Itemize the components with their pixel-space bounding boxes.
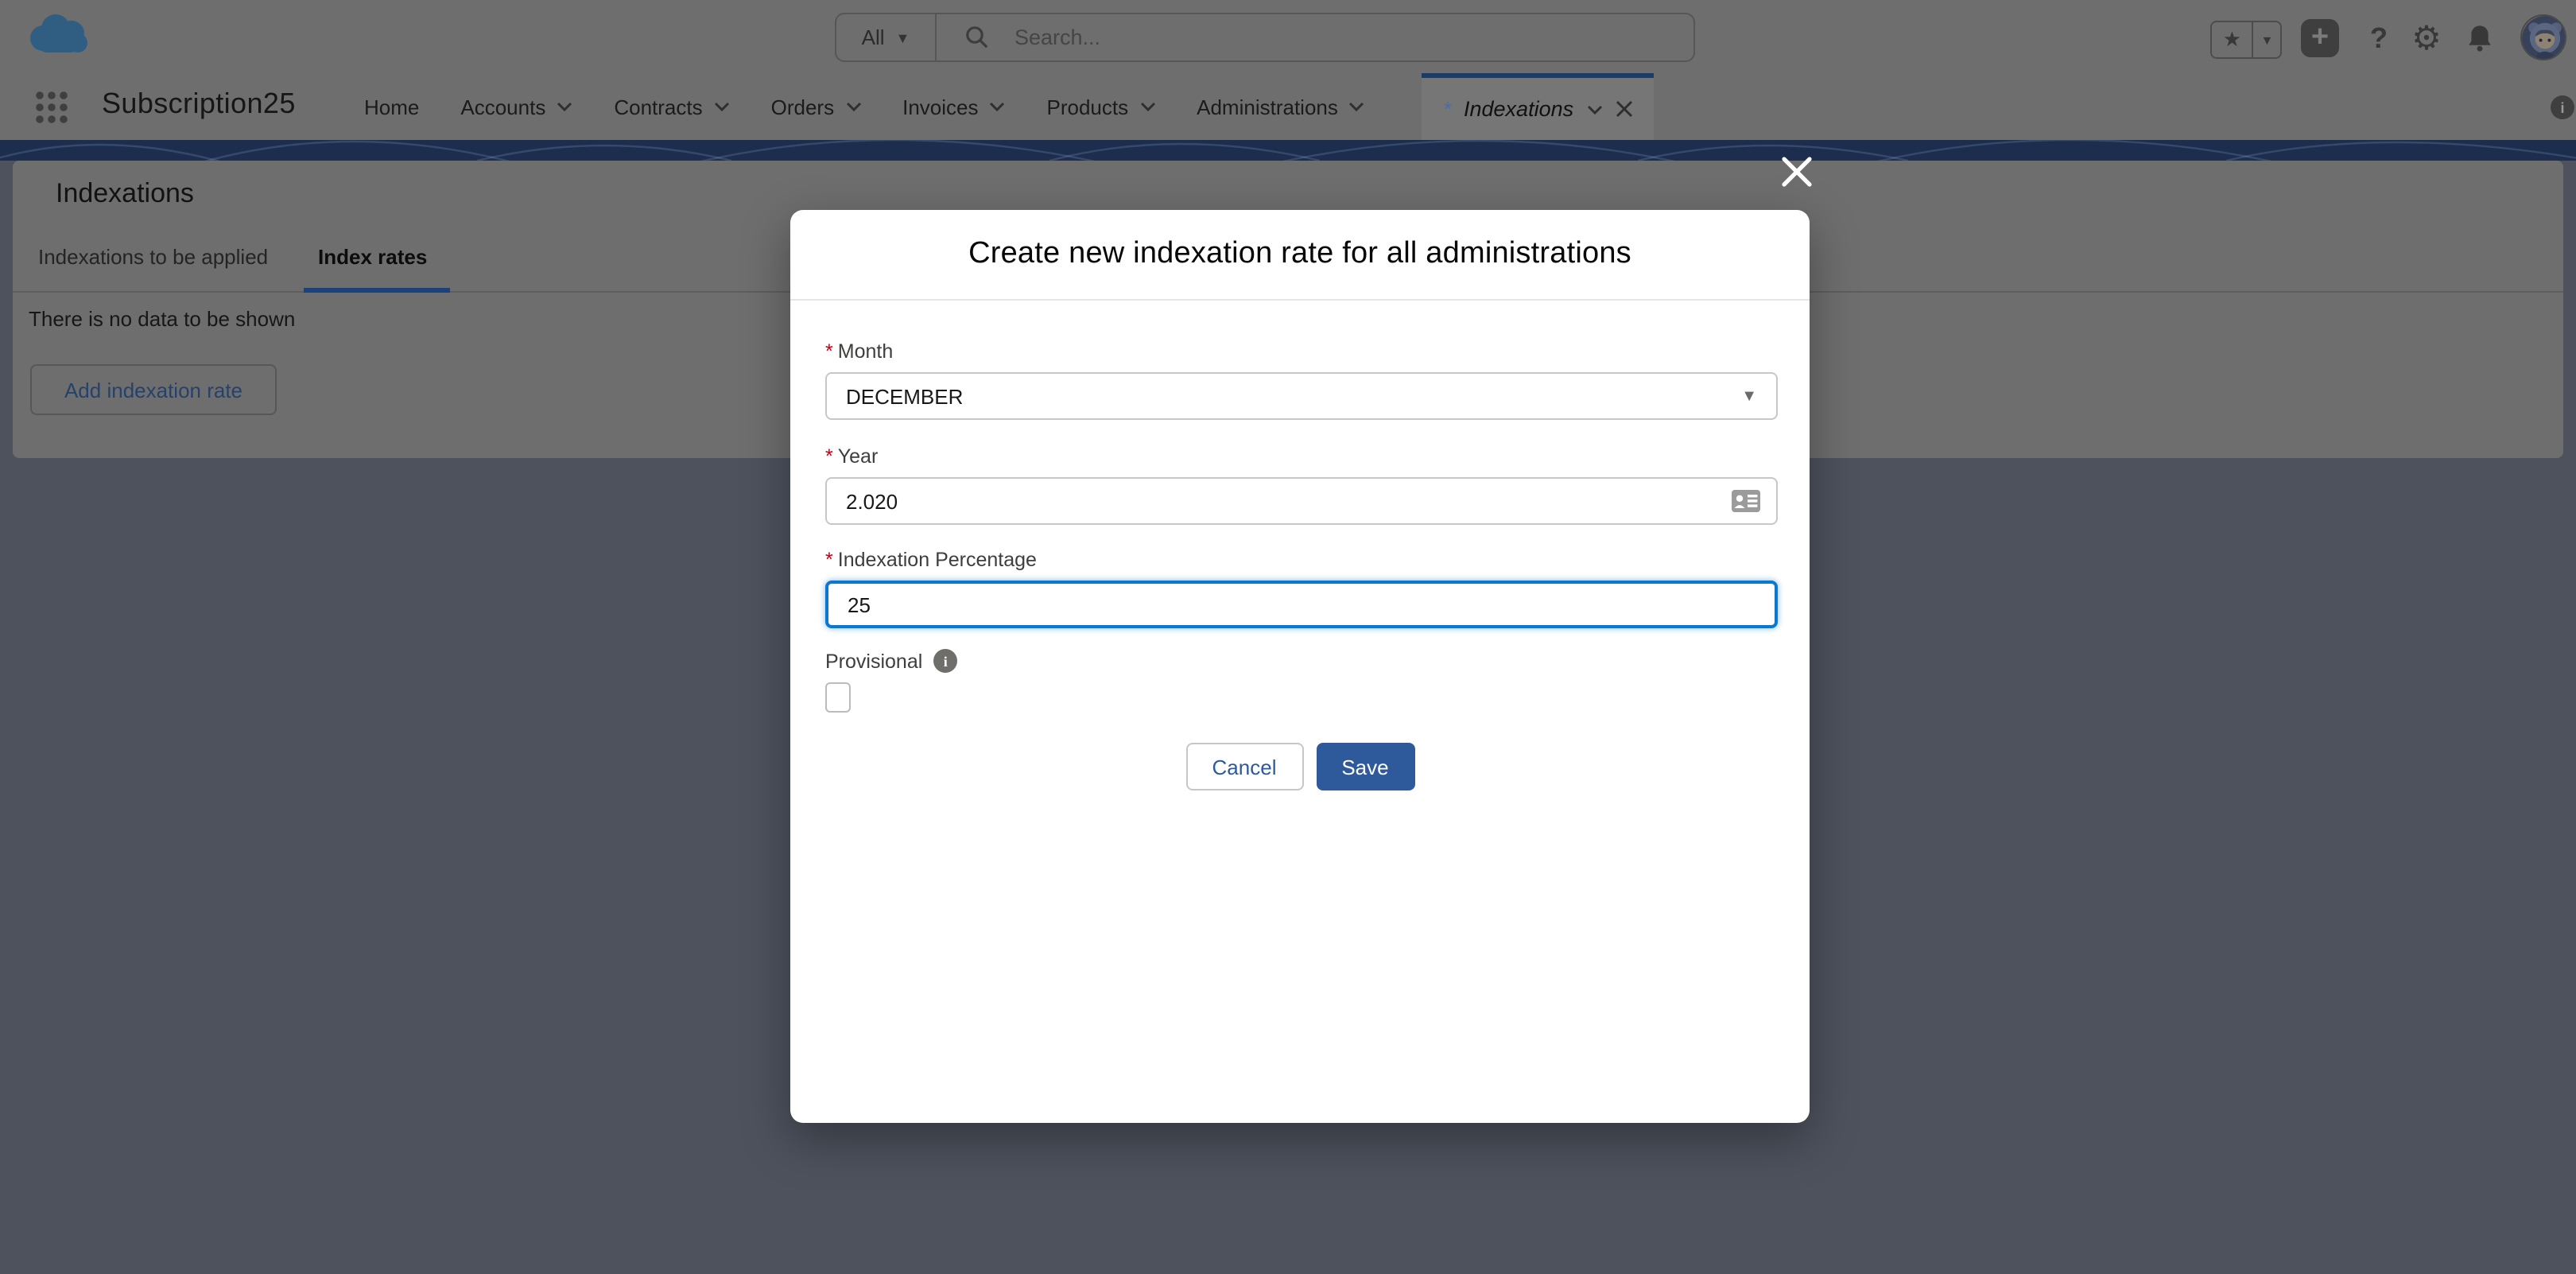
global-search: All ▼ (835, 13, 1695, 62)
info-icon[interactable]: i (2551, 95, 2574, 119)
provisional-info-icon[interactable]: i (933, 649, 957, 673)
nav-item-administrations[interactable]: Administrations (1197, 95, 1365, 118)
search-scope-label: All (862, 25, 885, 49)
month-label: *Month (825, 340, 893, 363)
favorites-caret-icon[interactable]: ▼ (2254, 22, 2280, 57)
search-scope-caret-icon: ▼ (896, 29, 910, 45)
required-asterisk: * (825, 340, 833, 363)
chevron-down-icon[interactable] (1586, 104, 1602, 114)
nav-item-home[interactable]: Home (364, 95, 419, 118)
chevron-down-icon (714, 102, 730, 111)
indexation-percentage-field-box (825, 581, 1778, 628)
indexation-percentage-input[interactable] (828, 592, 1775, 616)
page-title: Indexations (56, 178, 194, 210)
active-tab-underline (304, 288, 450, 293)
nav-item-orders[interactable]: Orders (771, 95, 861, 118)
provisional-label: Provisional (825, 650, 922, 672)
nav-item-invoices[interactable]: Invoices (902, 95, 1005, 118)
chevron-down-icon (557, 102, 572, 111)
app-name: Subscription25 (102, 87, 296, 121)
chevron-down-icon (1349, 102, 1365, 111)
create-indexation-rate-modal: Create new indexation rate for all admin… (790, 210, 1810, 1123)
unsaved-marker: * (1443, 97, 1451, 121)
save-button[interactable]: Save (1316, 743, 1414, 790)
notifications-bell-icon[interactable] (2460, 19, 2498, 57)
chevron-down-icon (1139, 102, 1155, 111)
select-caret-icon: ▼ (1741, 387, 1757, 405)
tab-indexations-to-be-applied[interactable]: Indexations to be applied (38, 245, 268, 269)
month-select[interactable]: DECEMBER ▼ (825, 372, 1778, 420)
search-icon (965, 25, 989, 49)
indexation-percentage-label: *Indexation Percentage (825, 549, 1037, 571)
chevron-down-icon (990, 102, 1006, 111)
app-launcher-waffle-icon[interactable] (35, 91, 68, 124)
salesforce-logo-icon (25, 13, 89, 57)
year-field-box (825, 477, 1778, 525)
close-modal-icon[interactable] (1778, 153, 1816, 191)
month-select-value: DECEMBER (846, 384, 963, 408)
theme-banner (0, 140, 2576, 161)
provisional-checkbox[interactable] (825, 682, 851, 713)
required-asterisk: * (825, 445, 833, 468)
help-icon[interactable]: ? (2360, 19, 2398, 57)
global-add-icon[interactable]: + (2301, 19, 2339, 57)
year-label: *Year (825, 445, 878, 468)
tab-index-rates[interactable]: Index rates (318, 245, 427, 269)
favorites-button-group: ★ ▼ (2210, 21, 2282, 59)
global-header: All ▼ ★ ▼ + ? ⚙ (0, 0, 2576, 73)
year-input[interactable] (827, 489, 1732, 513)
modal-title: Create new indexation rate for all admin… (968, 237, 1631, 272)
favorites-star-icon[interactable]: ★ (2212, 22, 2254, 57)
search-input[interactable] (1011, 24, 1622, 51)
autofill-contact-icon (1732, 490, 1760, 512)
screen: All ▼ ★ ▼ + ? ⚙ (0, 0, 2576, 1274)
nav-item-products[interactable]: Products (1047, 95, 1156, 118)
cancel-button[interactable]: Cancel (1185, 743, 1303, 790)
nav-item-contracts[interactable]: Contracts (614, 95, 729, 118)
search-scope-button[interactable]: All ▼ (836, 14, 937, 60)
nav-items: Home Accounts Contracts Orders Invoices … (364, 73, 1653, 140)
required-asterisk: * (825, 549, 833, 571)
nav-item-accounts[interactable]: Accounts (460, 95, 572, 118)
modal-buttons: Cancel Save (790, 743, 1810, 790)
user-avatar[interactable] (2520, 14, 2566, 60)
provisional-row: Provisional i (825, 649, 957, 673)
setup-gear-icon[interactable]: ⚙ (2406, 17, 2447, 59)
add-indexation-rate-button[interactable]: Add indexation rate (30, 364, 277, 415)
modal-header: Create new indexation rate for all admin… (790, 210, 1810, 301)
close-tab-icon[interactable] (1615, 100, 1632, 118)
nav-tab-indexations-active[interactable]: * Indexations (1422, 73, 1653, 140)
empty-state-message: There is no data to be shown (29, 307, 295, 331)
chevron-down-icon (845, 102, 861, 111)
